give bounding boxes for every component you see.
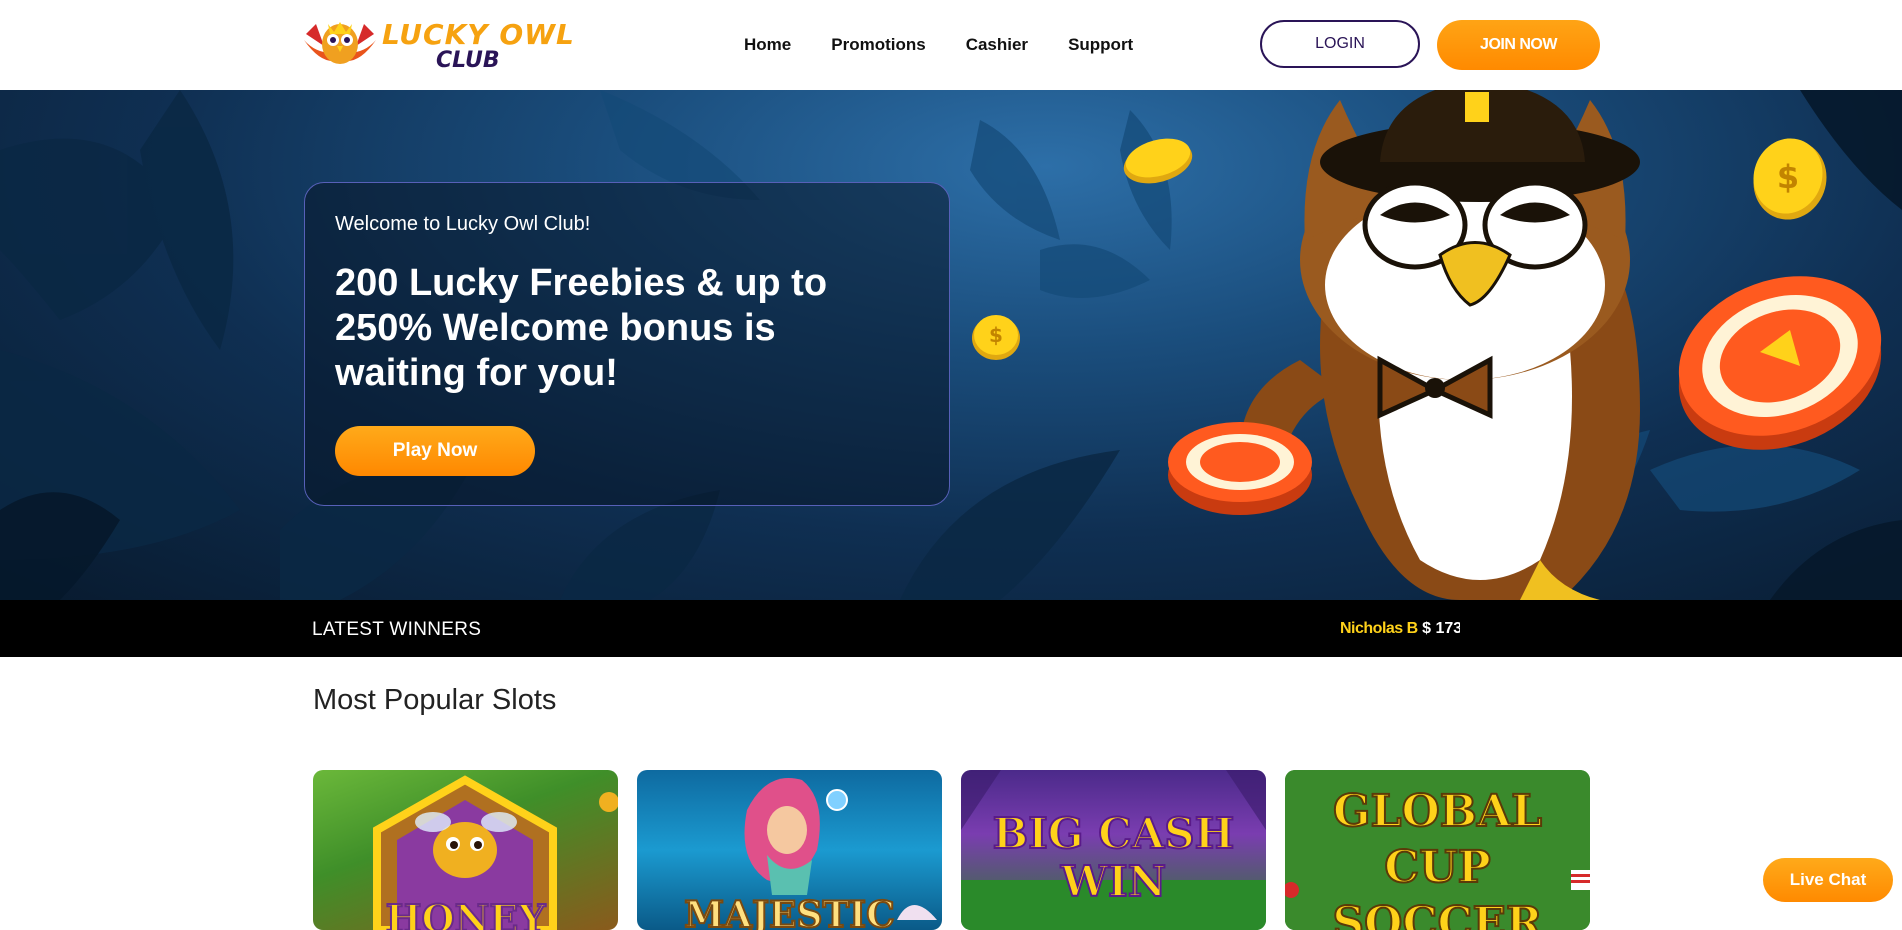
latest-winners-label: LATEST WINNERS [312,619,482,640]
slot-title-honey: HONEY [385,895,547,930]
slot-card-honey[interactable]: HONEY [313,770,618,930]
winner-name: Nicholas B [1340,620,1418,637]
nav-home[interactable]: Home [744,35,791,55]
slot-card-big-cash-win[interactable]: BIG CASH WIN [961,770,1266,930]
promo-card: Welcome to Lucky Owl Club! 200 Lucky Fre… [304,182,950,506]
play-now-button[interactable]: Play Now [335,426,535,476]
owl-mascot-icon [1168,90,1640,600]
jungle-background: $ $ [0,90,1902,600]
join-now-button[interactable]: JOIN NOW [1437,20,1600,70]
owl-logo-icon [304,22,376,64]
main-nav: Home Promotions Cashier Support [744,35,1173,55]
hero-banner: $ $ Welcome to Lucky Owl Club! 200 Lucky… [0,90,1902,600]
logo-text-primary: LUCKY OWL [382,18,575,51]
svg-text:$: $ [1777,158,1799,196]
slot-card-global-cup-soccer[interactable]: GLOBAL CUP SOCCER [1285,770,1590,930]
nav-promotions[interactable]: Promotions [831,35,925,55]
winner-amount: $ 173 [1422,620,1460,637]
promo-headline: 200 Lucky Freebies & up to 250% Welcome … [335,262,828,394]
slot-title-global-cup-soccer: GLOBAL CUP SOCCER [1331,785,1543,930]
site-header: LUCKY OWL CLUB Home Promotions Cashier S… [0,0,1902,90]
section-title-popular-slots: Most Popular Slots [313,684,557,716]
logo-text-secondary: CLUB [436,48,500,73]
site-logo[interactable]: LUCKY OWL CLUB [302,14,574,74]
login-button[interactable]: LOGIN [1260,20,1420,68]
nav-support[interactable]: Support [1068,35,1133,55]
promo-welcome-text: Welcome to Lucky Owl Club! [335,213,591,235]
nav-cashier[interactable]: Cashier [966,35,1028,55]
latest-winners-bar: LATEST WINNERS Nicholas B $ 173 [0,600,1902,657]
slot-title-majestic: MAJESTIC [683,893,896,930]
slot-title-big-cash-win: BIG CASH WIN [992,809,1236,907]
svg-text:$: $ [989,323,1003,347]
casino-chip-icon [1678,276,1882,450]
live-chat-button[interactable]: Live Chat [1763,858,1893,902]
slot-card-majestic[interactable]: MAJESTIC [637,770,942,930]
winner-ticker: Nicholas B $ 173 [1340,620,1460,638]
